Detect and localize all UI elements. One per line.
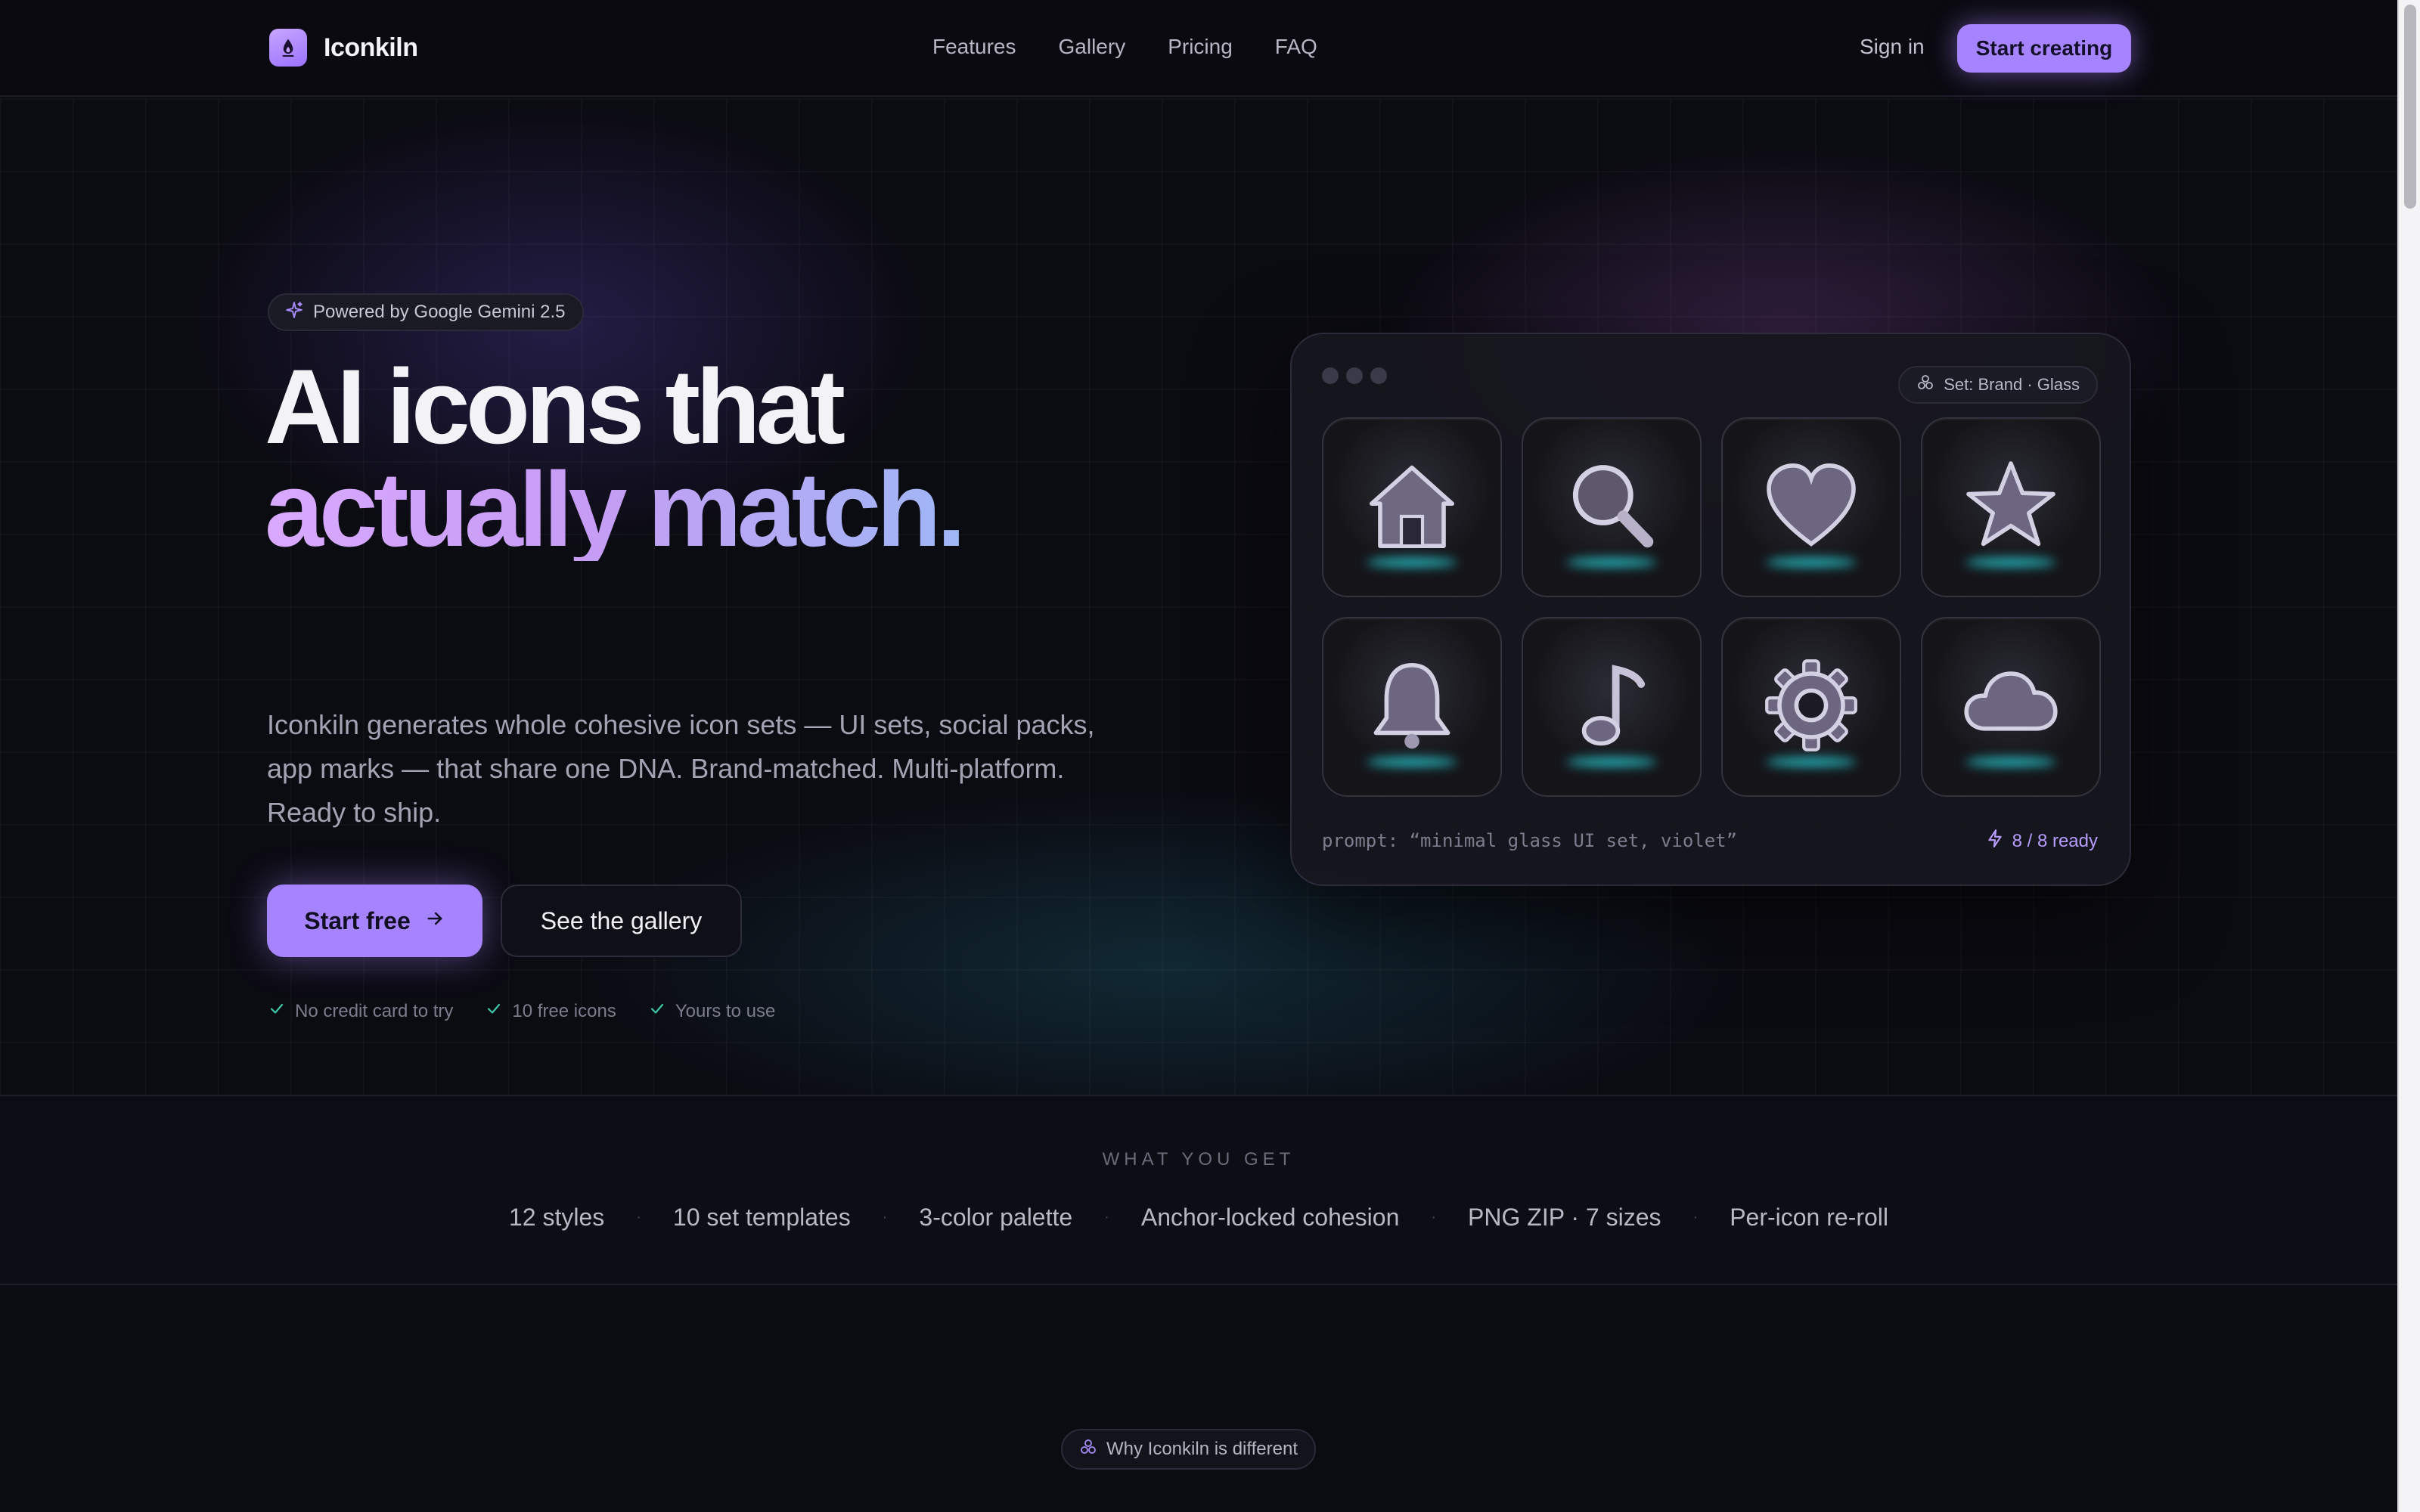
lightning-icon [1985, 829, 2005, 854]
tile-glow [1367, 558, 1457, 567]
sign-in-link[interactable]: Sign in [1860, 35, 1925, 59]
start-creating-button[interactable]: Start creating [1957, 24, 2131, 73]
nav-faq[interactable]: FAQ [1275, 35, 1317, 59]
nav-gallery[interactable]: Gallery [1059, 35, 1126, 59]
powered-by-badge: Powered by Google Gemini 2.5 [268, 293, 584, 331]
music-note-icon [1559, 652, 1665, 762]
brand-name: Iconkiln [324, 33, 418, 62]
circles-icon [1079, 1438, 1097, 1461]
perk-item: 10 free icons [485, 999, 616, 1023]
headline-line-1: AI icons that [265, 347, 845, 466]
section-label: WHAT YOU GET [1102, 1149, 1295, 1170]
search-icon [1559, 453, 1665, 562]
perk-item: No credit card to try [268, 999, 453, 1023]
separator: · [1104, 1209, 1109, 1225]
perk-label: 10 free icons [512, 1000, 616, 1021]
bell-icon [1359, 652, 1465, 762]
feature-item: PNG ZIP · 7 sizes [1468, 1204, 1661, 1231]
icon-tile[interactable] [1721, 617, 1901, 797]
feature-item: 12 styles [508, 1204, 605, 1231]
site-header: Iconkiln Features Gallery Pricing FAQ Si… [0, 0, 2397, 97]
separator: · [882, 1209, 888, 1225]
tile-glow [1367, 758, 1457, 767]
hero-section: Powered by Google Gemini 2.5 AI icons th… [0, 98, 2397, 1095]
landing-page: Iconkiln Features Gallery Pricing FAQ Si… [0, 0, 2420, 1512]
cloud-icon [1958, 652, 2064, 762]
nav-features[interactable]: Features [932, 35, 1016, 59]
perk-item: Yours to use [648, 999, 776, 1023]
icon-tile[interactable] [1921, 617, 2101, 797]
main-nav: Features Gallery Pricing FAQ [932, 35, 1317, 59]
separator: · [636, 1209, 641, 1225]
sparkle-icon [284, 300, 304, 325]
tile-glow [1566, 758, 1657, 767]
window-dot [1322, 367, 1339, 384]
circles-icon [1916, 373, 1934, 396]
nav-pricing[interactable]: Pricing [1168, 35, 1233, 59]
feature-item: Per-icon re-roll [1730, 1204, 1889, 1231]
icon-tile[interactable] [1322, 617, 1502, 797]
tile-glow [1766, 558, 1857, 567]
check-icon [648, 999, 666, 1023]
start-free-label: Start free [304, 906, 411, 934]
headline-line-2: actually match. [265, 450, 966, 569]
gear-icon [1758, 652, 1864, 762]
feature-item: Anchor-locked cohesion [1140, 1204, 1400, 1231]
window-dot [1346, 367, 1363, 384]
set-label: Set: Brand · Glass [1944, 375, 2080, 394]
feature-item: 3-color palette [919, 1204, 1073, 1231]
icon-set-preview-card: Set: Brand · Glass prompt: “minimal glas… [1290, 333, 2131, 886]
icon-tile[interactable] [1322, 417, 1502, 597]
ready-count: 8 / 8 ready [2012, 830, 2098, 851]
window-dots [1322, 367, 1387, 384]
heart-icon [1758, 453, 1864, 562]
feature-list: 12 styles · 10 set templates · 3-color p… [0, 1204, 2397, 1232]
scrollbar-thumb[interactable] [2404, 5, 2416, 209]
tile-glow [1766, 758, 1857, 767]
icon-tile[interactable] [1921, 417, 2101, 597]
icon-tile[interactable] [1522, 417, 1702, 597]
hero-headline: AI icons that actually match. [265, 347, 966, 569]
what-you-get-strip: WHAT YOU GET 12 styles · 10 set template… [0, 1095, 2397, 1285]
check-icon [485, 999, 503, 1023]
flame-icon [269, 29, 307, 67]
brand-logo[interactable]: Iconkiln [269, 29, 418, 67]
badge-text: Powered by Google Gemini 2.5 [313, 302, 566, 322]
tile-glow [1965, 558, 2056, 567]
set-badge: Set: Brand · Glass [1898, 366, 2098, 404]
ready-status: 8 / 8 ready [1985, 829, 2098, 854]
prompt-text: prompt: “minimal glass UI set, violet” [1322, 830, 1738, 851]
separator: · [1692, 1209, 1699, 1225]
check-icon [268, 999, 286, 1023]
hero-subcopy: Iconkiln generates whole cohesive icon s… [267, 709, 1095, 828]
see-gallery-button[interactable]: See the gallery [501, 885, 742, 957]
star-icon [1958, 453, 2064, 562]
tile-glow [1965, 758, 2056, 767]
why-label: Why Iconkiln is different [1106, 1439, 1298, 1459]
perk-label: Yours to use [675, 1000, 776, 1021]
why-different-pill: Why Iconkiln is different [1061, 1429, 1316, 1470]
icon-grid [1322, 417, 2101, 797]
page-scrollbar[interactable] [2397, 0, 2420, 1512]
icon-tile[interactable] [1522, 617, 1702, 797]
start-free-button[interactable]: Start free [267, 885, 482, 957]
perk-label: No credit card to try [295, 1000, 454, 1021]
window-dot [1370, 367, 1387, 384]
icon-tile[interactable] [1721, 417, 1901, 597]
arrow-right-icon [424, 907, 445, 935]
home-icon [1359, 453, 1465, 562]
feature-item: 10 set templates [672, 1204, 851, 1231]
separator: · [1431, 1209, 1437, 1225]
tile-glow [1566, 558, 1657, 567]
perks-list: No credit card to try 10 free icons Your… [268, 999, 775, 1023]
